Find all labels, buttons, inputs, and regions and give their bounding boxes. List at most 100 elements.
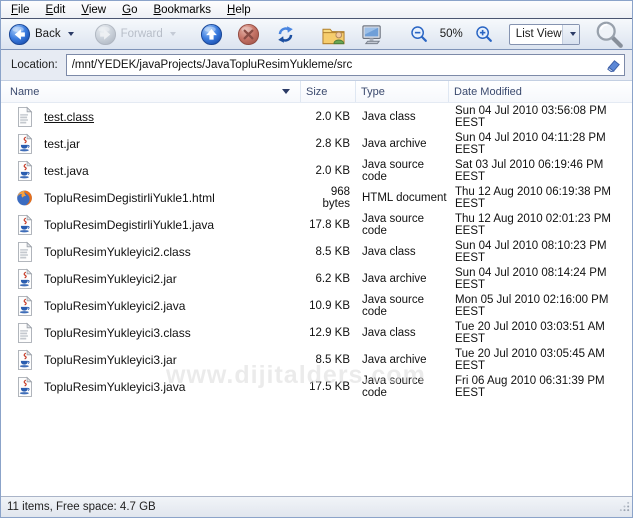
column-header-name[interactable]: Name: [1, 81, 301, 102]
table-row[interactable]: test.jar 2.8 KB Java archive Sun 04 Jul …: [1, 130, 632, 157]
menu-bar: File Edit View Go Bookmarks Help: [1, 1, 632, 19]
forward-dropdown-caret-icon: [169, 32, 176, 36]
java-class-icon: [15, 106, 34, 128]
location-label: Location:: [11, 59, 58, 71]
file-type: Java archive: [362, 137, 427, 150]
computer-button[interactable]: [357, 22, 388, 47]
home-folder-button[interactable]: [318, 22, 349, 47]
column-header-date-modified[interactable]: Date Modified: [449, 81, 632, 102]
menu-file[interactable]: File: [3, 3, 38, 17]
view-mode-value: List View: [515, 28, 562, 40]
column-header-type[interactable]: Type: [356, 81, 449, 102]
location-input[interactable]: [66, 59, 624, 71]
chevron-down-icon: [569, 32, 576, 36]
file-size: 2.0 KB: [315, 164, 350, 177]
file-type: Java class: [362, 110, 416, 123]
file-date-modified: Fri 06 Aug 2010 06:31:39 PM EEST: [455, 374, 605, 399]
file-date-modified: Sat 03 Jul 2010 06:19:46 PM EEST: [455, 158, 604, 183]
file-manager-window: File Edit View Go Bookmarks Help Back Forward: [0, 0, 633, 518]
menu-help[interactable]: Help: [219, 3, 259, 17]
zoom-out-icon: [409, 24, 429, 44]
java-icon: [15, 349, 34, 371]
file-size: 8.5 KB: [315, 245, 350, 258]
up-button[interactable]: [197, 22, 226, 47]
file-type: Java source code: [362, 293, 425, 318]
table-row[interactable]: TopluResimYukleyici3.jar 8.5 KB Java arc…: [1, 346, 632, 373]
file-name: TopluResimDegistirliYukle1.java: [44, 217, 215, 232]
file-name: TopluResimYukleyici2.class: [44, 244, 191, 259]
file-date-modified: Sun 04 Jul 2010 08:10:23 PM EEST: [455, 239, 607, 264]
back-icon: [8, 23, 31, 46]
table-row[interactable]: TopluResimYukleyici2.jar 6.2 KB Java arc…: [1, 265, 632, 292]
table-row[interactable]: TopluResimDegistirliYukle1.java 17.8 KB …: [1, 211, 632, 238]
file-type: Java class: [362, 245, 416, 258]
file-type: Java source code: [362, 374, 425, 399]
file-name: test.class: [44, 109, 95, 124]
menu-view[interactable]: View: [73, 3, 114, 17]
zoom-out-button[interactable]: [406, 23, 432, 45]
file-size: 6.2 KB: [315, 272, 350, 285]
view-mode-dropdown-button[interactable]: [562, 24, 579, 44]
location-bar: Location:: [1, 50, 632, 81]
zoom-in-button[interactable]: [471, 23, 497, 45]
clear-location-button[interactable]: [605, 57, 622, 77]
column-header-size[interactable]: Size: [301, 81, 356, 102]
toolbar: Back Forward 50% List View: [1, 19, 632, 50]
resize-grip-icon[interactable]: [619, 501, 630, 515]
file-date-modified: Mon 05 Jul 2010 02:16:00 PM EEST: [455, 293, 609, 318]
file-size: 8.5 KB: [315, 353, 350, 366]
zoom-level: 50%: [439, 28, 463, 40]
file-name: TopluResimYukleyici3.class: [44, 325, 191, 340]
file-name: TopluResimDegistirliYukle1.html: [44, 190, 215, 205]
file-date-modified: Sun 04 Jul 2010 03:56:08 PM EEST: [455, 104, 607, 129]
java-icon: [15, 376, 34, 398]
forward-button[interactable]: Forward: [91, 22, 179, 47]
table-row[interactable]: test.java 2.0 KB Java source code Sat 03…: [1, 157, 632, 184]
file-size: 12.9 KB: [309, 326, 350, 339]
table-row[interactable]: TopluResimDegistirliYukle1.html 968 byte…: [1, 184, 632, 211]
table-row[interactable]: test.class 2.0 KB Java class Sun 04 Jul …: [1, 103, 632, 130]
menu-edit[interactable]: Edit: [38, 3, 74, 17]
status-bar: 11 items, Free space: 4.7 GB: [1, 496, 632, 517]
back-label: Back: [35, 28, 61, 40]
refresh-icon: [274, 23, 297, 46]
table-row[interactable]: TopluResimYukleyici2.class 8.5 KB Java c…: [1, 238, 632, 265]
table-row[interactable]: TopluResimYukleyici3.java 17.5 KB Java s…: [1, 373, 632, 400]
computer-icon: [360, 23, 385, 46]
file-type: Java class: [362, 326, 416, 339]
file-type: Java source code: [362, 212, 425, 237]
search-button[interactable]: [590, 18, 628, 50]
java-icon: [15, 268, 34, 290]
status-text: 11 items, Free space: 4.7 GB: [7, 501, 156, 513]
up-icon: [200, 23, 223, 46]
file-size: 17.5 KB: [309, 380, 350, 393]
menu-bookmarks[interactable]: Bookmarks: [145, 3, 219, 17]
file-date-modified: Thu 12 Aug 2010 02:01:23 PM EEST: [455, 212, 612, 237]
table-row[interactable]: TopluResimYukleyici3.class 12.9 KB Java …: [1, 319, 632, 346]
table-row[interactable]: TopluResimYukleyici2.java 10.9 KB Java s…: [1, 292, 632, 319]
refresh-button[interactable]: [271, 22, 300, 47]
menu-go[interactable]: Go: [114, 3, 145, 17]
file-date-modified: Thu 12 Aug 2010 06:19:38 PM EEST: [455, 185, 612, 210]
back-button[interactable]: Back: [5, 22, 77, 47]
file-date-modified: Tue 20 Jul 2010 03:05:45 AM EEST: [455, 347, 605, 372]
back-dropdown-caret-icon[interactable]: [67, 32, 74, 36]
file-type: Java archive: [362, 272, 427, 285]
java-icon: [15, 214, 34, 236]
sort-desc-icon[interactable]: [282, 89, 290, 94]
file-name: test.java: [44, 163, 89, 178]
stop-icon: [237, 23, 260, 46]
java-icon: [15, 133, 34, 155]
file-date-modified: Sun 04 Jul 2010 04:11:28 PM EEST: [455, 131, 606, 156]
file-size: 10.9 KB: [309, 299, 350, 312]
java-class-icon: [15, 241, 34, 263]
file-size: 2.8 KB: [315, 137, 350, 150]
forward-label: Forward: [120, 28, 163, 40]
view-mode-select[interactable]: List View: [508, 23, 580, 45]
file-name: TopluResimYukleyici3.jar: [44, 352, 177, 367]
file-date-modified: Tue 20 Jul 2010 03:03:51 AM EEST: [455, 320, 605, 345]
forward-icon: [94, 23, 117, 46]
file-name: TopluResimYukleyici3.java: [44, 379, 186, 394]
java-icon: [15, 160, 34, 182]
location-field[interactable]: [65, 54, 625, 77]
